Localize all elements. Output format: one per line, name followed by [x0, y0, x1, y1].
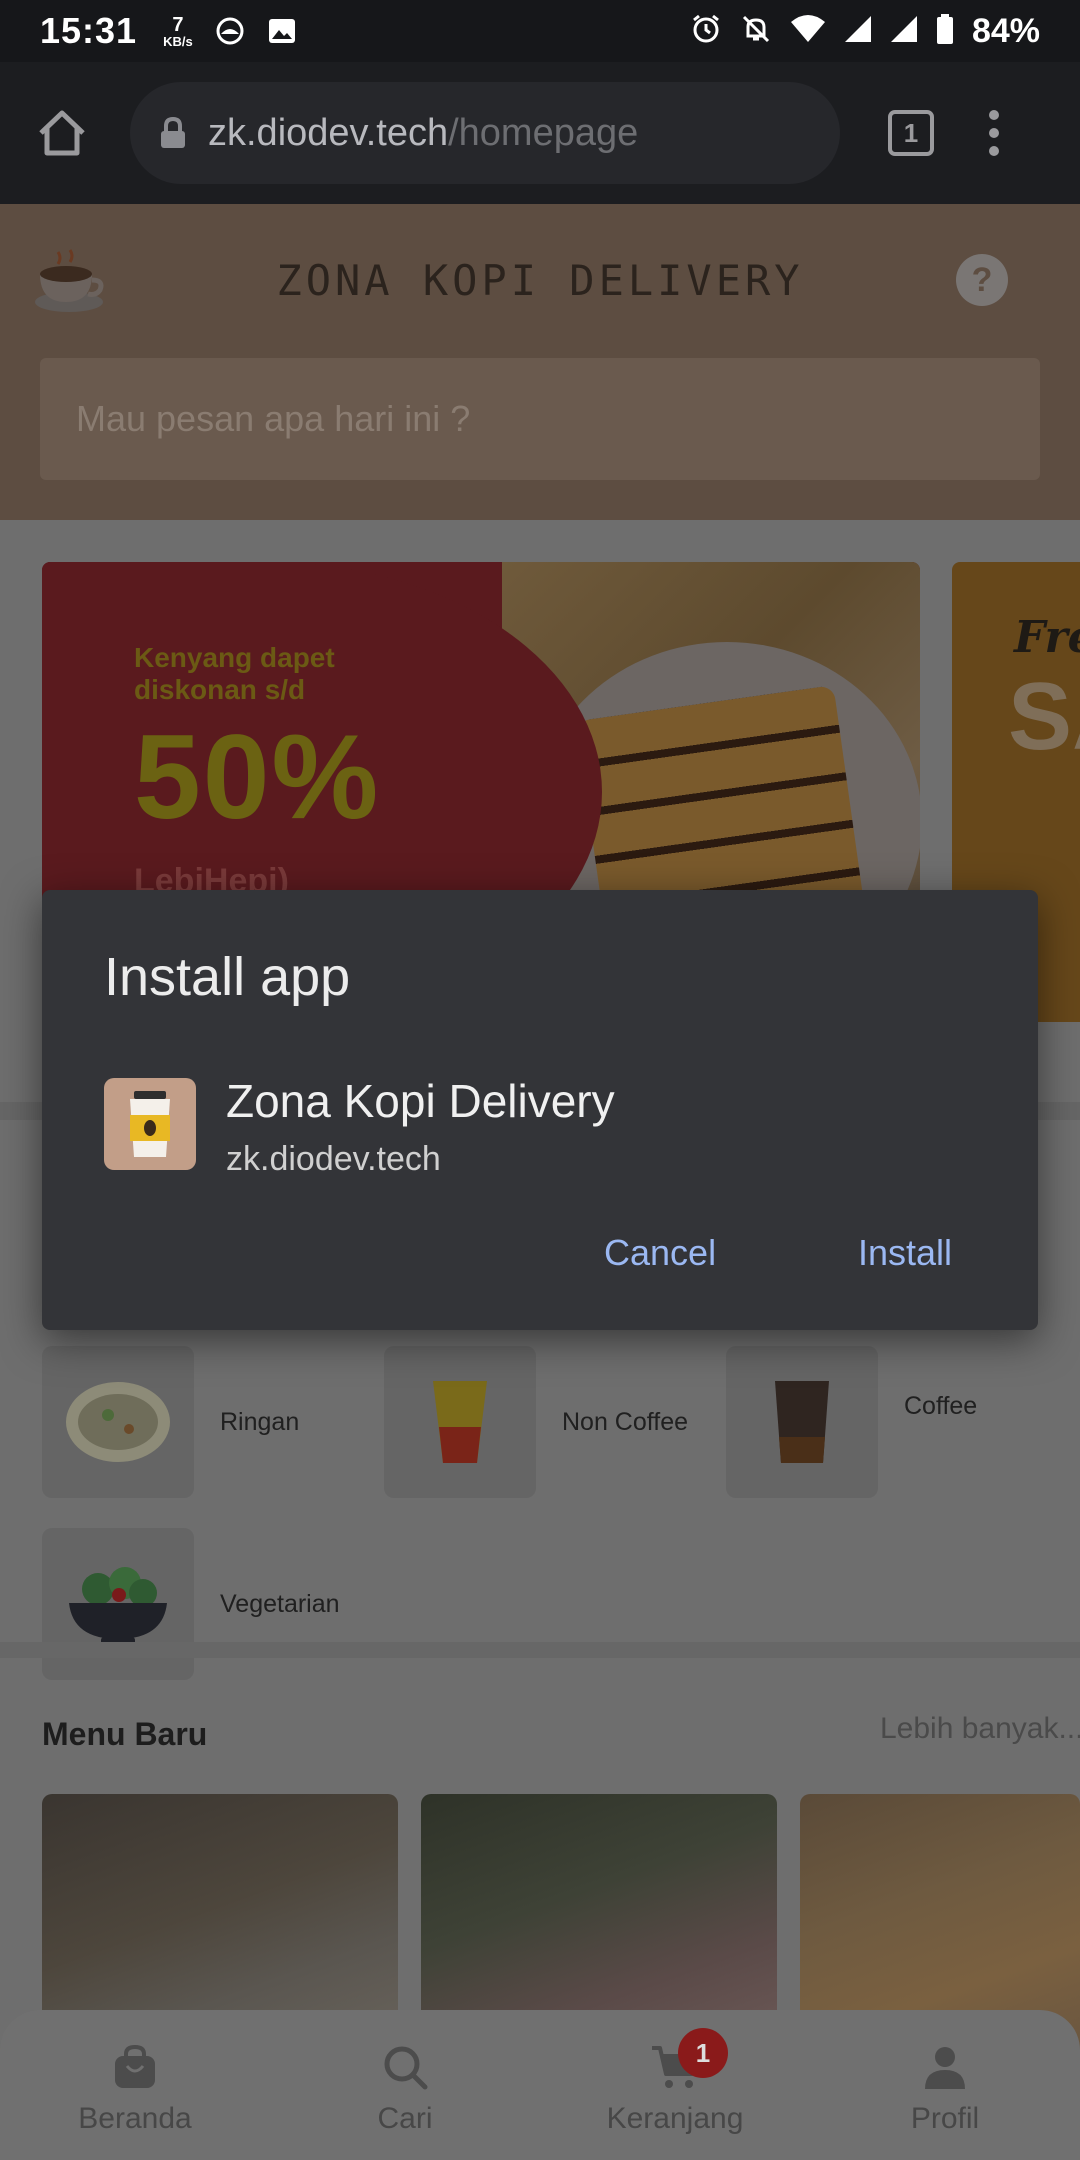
home-button[interactable] [34, 105, 90, 161]
search-input[interactable] [76, 398, 1004, 440]
app-header: ZONA KOPI DELIVERY ? [0, 204, 1080, 520]
image-icon [267, 16, 297, 46]
browser-menu-button[interactable] [984, 110, 1004, 156]
see-more-link[interactable]: Lebih banyak... [880, 1712, 1080, 1746]
wifi-icon [790, 14, 826, 49]
section-title: Menu Baru [42, 1716, 208, 1752]
category-label: Coffee [904, 1391, 978, 1420]
install-app-dialog: Install app Zona Kopi Delivery zk.diodev… [42, 890, 1038, 1330]
signal-icon-2 [890, 15, 918, 48]
category-non-coffee[interactable]: Non Coffee [384, 1346, 688, 1498]
url-host: zk.diodev.tech [208, 111, 449, 154]
alarm-icon [690, 13, 722, 50]
nav-label: Keranjang [606, 2102, 744, 2135]
dot-icon [989, 128, 999, 138]
category-coffee[interactable]: Coffee [726, 1346, 977, 1498]
category-ringan[interactable]: Ringan [42, 1346, 299, 1498]
url-path: /homepage [448, 111, 639, 154]
category-label: Non Coffee [562, 1407, 689, 1436]
banner2-word1: Fre [1014, 612, 1080, 663]
banner-tagline-line2: diskonan s/d [134, 674, 306, 706]
category-label: Vegetarian [220, 1589, 340, 1618]
nav-beranda[interactable]: Beranda [0, 2010, 270, 2160]
dot-icon [989, 146, 999, 156]
search-field[interactable] [40, 358, 1040, 480]
battery-percent: 84% [971, 11, 1040, 50]
signal-icon-1 [844, 15, 872, 48]
lock-icon [161, 117, 185, 148]
dialog-title: Install app [104, 947, 351, 1007]
network-speed-value: 7 [172, 13, 184, 36]
cart-count-badge: 1 [678, 2028, 728, 2078]
vpn-icon [215, 16, 245, 46]
address-bar[interactable]: zk.diodev.tech/homepage [130, 82, 840, 184]
mute-icon [740, 13, 772, 50]
network-speed-unit: KB/s [163, 33, 193, 49]
cancel-button[interactable]: Cancel [604, 1232, 716, 1274]
browser-toolbar: zk.diodev.tech/homepage 1 [0, 62, 1080, 204]
status-bar: 15:31 7 KB/s 84% [0, 0, 1080, 62]
nav-label: Beranda [78, 2102, 192, 2135]
network-speed: 7 KB/s [163, 15, 193, 48]
juice-glass-icon [384, 1346, 536, 1498]
nav-label: Profil [910, 2102, 980, 2135]
bottom-navigation: Beranda Cari Keranjang 1 Profil [0, 2010, 1080, 2160]
banner2-word2: SA [1008, 663, 1080, 770]
nav-cari[interactable]: Cari [270, 2010, 540, 2160]
home-icon [39, 110, 85, 156]
help-button[interactable]: ? [956, 254, 1008, 306]
category-label: Ringan [220, 1407, 300, 1436]
coffee-cup-icon [726, 1346, 878, 1498]
battery-icon [936, 13, 954, 49]
app-title: ZONA KOPI DELIVERY [276, 256, 804, 305]
banner-tagline: Kenyang dapet diskonan s/d [134, 642, 434, 706]
snack-plate-icon [42, 1346, 194, 1498]
dialog-app-name: Zona Kopi Delivery [226, 1075, 615, 1127]
status-time: 15:31 [40, 10, 138, 51]
nav-keranjang[interactable]: Keranjang 1 [540, 2010, 810, 2160]
install-button[interactable]: Install [858, 1232, 952, 1274]
person-icon [920, 2042, 970, 2092]
banner-tagline-line1: Kenyang dapet [134, 642, 335, 673]
nav-profil[interactable]: Profil [810, 2010, 1080, 2160]
search-icon [380, 2042, 430, 2092]
shopping-bag-icon [110, 2042, 160, 2092]
section-divider [0, 1642, 1080, 1658]
dot-icon [989, 110, 999, 120]
dialog-app-url: zk.diodev.tech [226, 1140, 441, 1178]
tab-switcher-button[interactable]: 1 [888, 110, 934, 156]
nav-label: Cari [377, 2102, 433, 2135]
banner-discount: 50% [134, 710, 381, 844]
url-text: zk.diodev.tech/homepage [208, 112, 638, 155]
app-icon [104, 1078, 196, 1170]
page-content: Kenyang dapet diskonan s/d 50% LebiHepi)… [0, 520, 1080, 2160]
